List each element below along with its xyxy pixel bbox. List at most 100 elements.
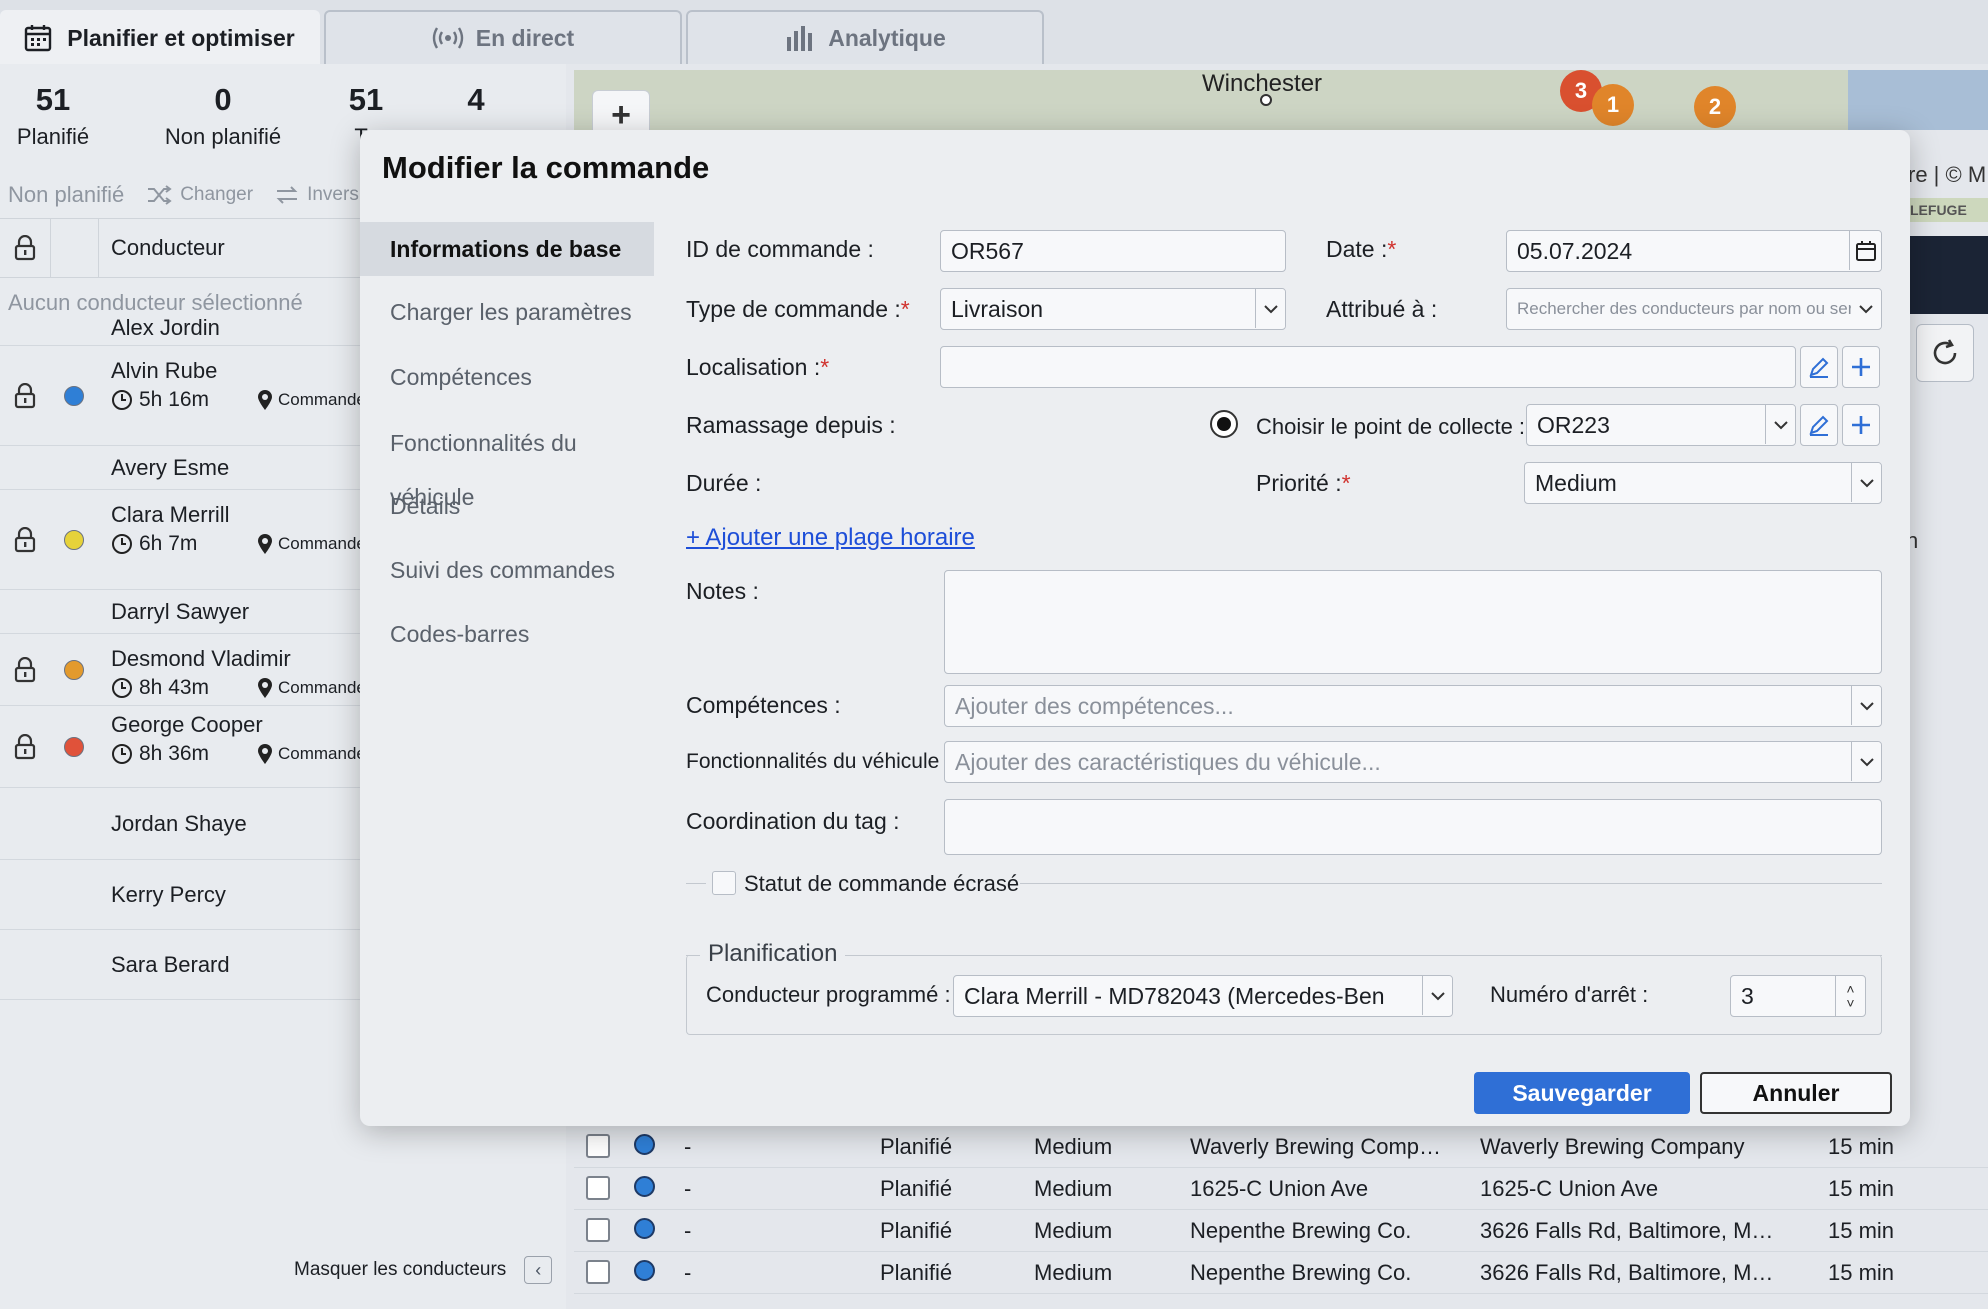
add-pickup-button[interactable] — [1842, 404, 1880, 446]
row-cell-duration: 15 min — [1828, 1176, 1895, 1201]
map-cluster-marker[interactable]: 1 — [1592, 84, 1634, 126]
clock-icon — [112, 534, 132, 554]
nav-basic-info[interactable]: Informations de base — [360, 222, 654, 276]
nav-order-tracking[interactable]: Suivi des commandes — [360, 543, 654, 597]
chevron-down-icon — [1765, 405, 1795, 444]
nav-vehicle-features[interactable]: Fonctionnalités du véhicule — [360, 416, 654, 510]
lock-icon[interactable] — [14, 657, 36, 683]
overwritten-status-checkbox[interactable] — [712, 871, 736, 895]
driver-name: Alex Jordin — [111, 315, 220, 340]
priority-label-text: Priorité : — [1256, 470, 1342, 496]
row-checkbox[interactable] — [586, 1134, 610, 1158]
lock-icon[interactable] — [14, 235, 36, 261]
nav-skills[interactable]: Compétences — [360, 350, 654, 404]
row-cell-name: 1625-C Union Ave — [1190, 1176, 1369, 1201]
status-dot — [634, 1218, 655, 1239]
clock-icon — [112, 744, 132, 764]
cancel-button[interactable]: Annuler — [1700, 1072, 1892, 1114]
add-time-slot-link[interactable]: + Ajouter une plage horaire — [686, 524, 975, 552]
vehicle-features-select[interactable]: Ajouter des caractéristiques du véhicule… — [944, 741, 1882, 783]
required-marker: * — [820, 354, 830, 380]
table-row[interactable]: - Planifié Medium Waverly Brewing Comp… Wave… — [574, 1126, 1988, 1168]
save-button[interactable]: Sauvegarder — [1474, 1072, 1690, 1114]
date-input[interactable]: 05.07.2024 — [1506, 230, 1882, 272]
tag-coordination-input[interactable] — [944, 799, 1882, 855]
drivers-column-title: Conducteur — [111, 235, 225, 260]
pickup-point-radio[interactable] — [1210, 410, 1238, 438]
lock-icon[interactable] — [14, 383, 36, 409]
cluster-count: 1 — [1606, 92, 1620, 117]
row-cell-name: Nepenthe Brewing Co. — [1190, 1260, 1412, 1285]
lock-icon[interactable] — [14, 527, 36, 553]
nav-barcodes[interactable]: Codes-barres — [360, 607, 654, 661]
row-cell-duration: 15 min — [1828, 1134, 1895, 1159]
chevron-down-icon — [1422, 976, 1452, 1015]
stat-planned: 51 Planifié — [8, 82, 98, 150]
nav-load-params[interactable]: Charger les paramètres — [360, 285, 654, 339]
unplanned-filter[interactable]: Non planifié — [8, 182, 124, 208]
row-cell-dash: - — [684, 1176, 692, 1201]
collapse-button[interactable]: ‹ — [524, 1256, 553, 1284]
vehicle-features-placeholder: Ajouter des caractéristiques du véhicule… — [955, 749, 1381, 775]
driver-name: Clara Merrill — [111, 502, 230, 527]
notes-textarea[interactable] — [944, 570, 1882, 674]
location-label-text: Localisation : — [686, 354, 821, 380]
required-marker: * — [900, 296, 910, 322]
tab-label: Analytique — [828, 24, 946, 51]
edit-location-button[interactable] — [1800, 346, 1838, 388]
scheduled-driver-select[interactable]: Clara Merrill - MD782043 (Mercedes-Ben — [953, 975, 1453, 1017]
map-view[interactable]: Winchester 3 1 2 — [574, 70, 1988, 130]
row-cell-address: 3626 Falls Rd, Baltimore, M… — [1480, 1218, 1774, 1243]
driver-orders-link[interactable]: Commandes — [257, 677, 374, 699]
add-location-button[interactable] — [1842, 346, 1880, 388]
order-id-label: ID de commande : — [686, 236, 874, 262]
stop-number-input[interactable]: 3 ˄ ˅ — [1730, 975, 1866, 1017]
hide-drivers-label[interactable]: Masquer les conducteurs — [294, 1259, 506, 1281]
driver-orders-link[interactable]: Commandes — [257, 743, 374, 765]
nav-details[interactable]: Détails — [360, 479, 654, 533]
driver-name: Sara Berard — [111, 952, 230, 977]
table-row[interactable]: - Planifié Medium 1625-C Union Ave 1625-C Un… — [574, 1168, 1988, 1210]
drivers-toolbar: Non planifié Changer Invers — [8, 182, 359, 208]
driver-orders-label: Commande — [278, 390, 366, 409]
map-cluster-marker[interactable]: 2 — [1694, 86, 1736, 128]
pickup-point-select[interactable]: OR223 — [1526, 404, 1796, 446]
priority-select[interactable]: Medium — [1524, 462, 1882, 504]
table-row[interactable]: - Planifié Medium Nepenthe Brewing Co. 3626 … — [574, 1210, 1988, 1252]
skills-placeholder: Ajouter des compétences... — [955, 693, 1234, 719]
driver-route-time: 6h 7m — [139, 532, 198, 555]
priority-value: Medium — [1535, 470, 1617, 496]
reverse-button[interactable]: Invers — [275, 184, 359, 206]
row-checkbox[interactable] — [586, 1218, 610, 1242]
tab-plan-optimize[interactable]: Planifier et optimiser — [0, 10, 320, 64]
row-cell-priority: Medium — [1034, 1134, 1113, 1159]
broadcast-icon — [432, 23, 463, 53]
change-button[interactable]: Changer — [146, 184, 253, 206]
driver-route-meta: 8h 36m Commandes — [111, 742, 374, 766]
order-id-input[interactable] — [940, 230, 1286, 272]
calendar-button[interactable] — [1849, 231, 1881, 270]
table-row[interactable]: - Planifié Medium Nepenthe Brewing Co. 3626 … — [574, 1252, 1988, 1294]
edit-pickup-button[interactable] — [1800, 404, 1838, 446]
row-cell-dash: - — [684, 1134, 692, 1159]
row-checkbox[interactable] — [586, 1260, 610, 1284]
tab-live[interactable]: En direct — [324, 10, 682, 64]
chevron-down-icon — [1851, 289, 1881, 328]
row-checkbox[interactable] — [586, 1176, 610, 1200]
section-divider — [686, 955, 1882, 956]
lock-icon[interactable] — [14, 734, 36, 760]
refresh-button[interactable] — [1916, 324, 1974, 382]
location-input[interactable] — [940, 346, 1796, 388]
order-type-select[interactable]: Livraison — [940, 288, 1286, 330]
duration-label: Durée : — [686, 470, 762, 496]
row-cell-address: Waverly Brewing Company — [1480, 1134, 1745, 1159]
skills-select[interactable]: Ajouter des compétences... — [944, 685, 1882, 727]
driver-name: Darryl Sawyer — [111, 599, 250, 624]
map-city-marker-icon — [1260, 94, 1272, 106]
tab-analytics[interactable]: Analytique — [686, 10, 1044, 64]
driver-orders-link[interactable]: Commande — [257, 389, 366, 411]
assigned-driver-select[interactable]: Rechercher des conducteurs par nom ou se… — [1506, 288, 1882, 330]
driver-orders-link[interactable]: Commande — [257, 533, 366, 555]
cluster-count: 3 — [1574, 78, 1588, 103]
stepper-arrows-icon[interactable]: ˄ ˅ — [1835, 976, 1865, 1016]
